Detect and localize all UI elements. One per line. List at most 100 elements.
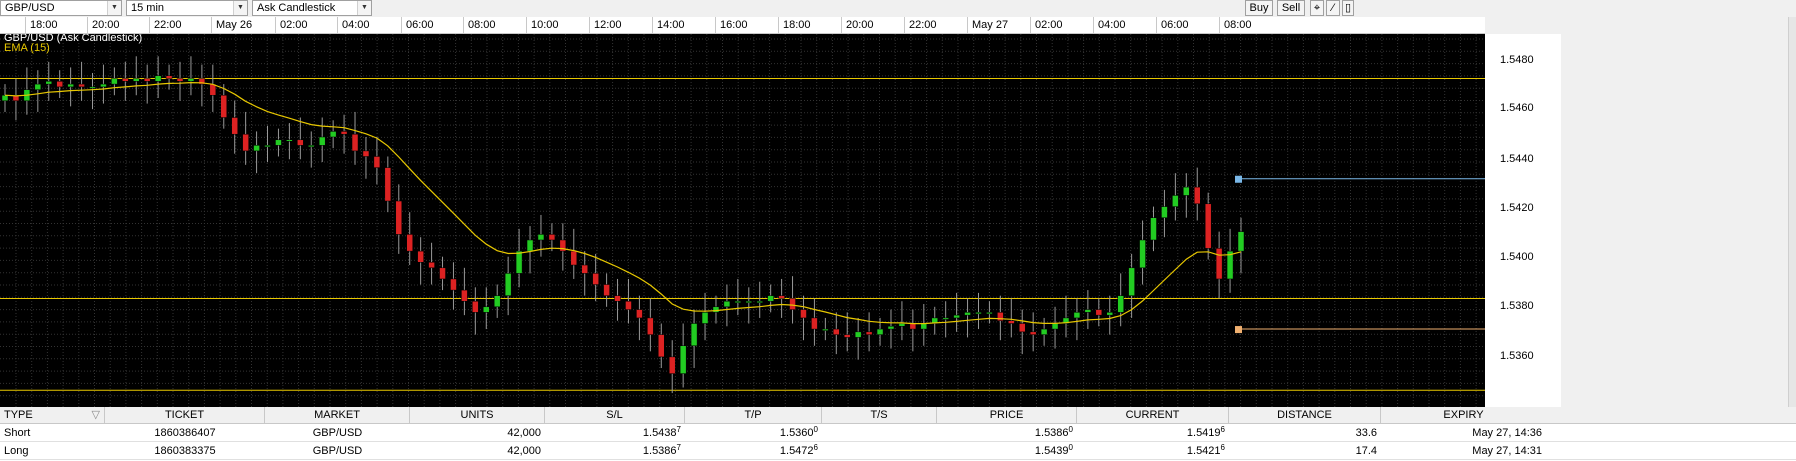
- instrument-value: GBP/USD: [5, 2, 55, 14]
- col-ticket[interactable]: TICKET: [105, 407, 265, 424]
- candle-body: [297, 139, 304, 146]
- cell-ts: [822, 425, 937, 442]
- candle-body: [504, 273, 512, 296]
- cell-market: GBP/USD: [312, 427, 363, 439]
- time-tick: 22:00: [904, 17, 937, 33]
- candle-body: [548, 234, 556, 241]
- col-distance[interactable]: DISTANCE: [1229, 407, 1381, 424]
- sort-icon[interactable]: ▽: [92, 407, 100, 424]
- time-tick: 22:00: [149, 17, 182, 33]
- time-tick: 06:00: [401, 17, 434, 33]
- time-tick: 20:00: [841, 17, 874, 33]
- toolbar: GBP/USD ▼ 15 min ▼ Ask Candlestick ▼ Buy…: [0, 0, 1796, 16]
- vertical-scrollbar[interactable]: [1788, 17, 1796, 407]
- candle-body: [122, 78, 129, 82]
- table-row[interactable]: Short 1860386407 GBP/USD 42,000 1.54387 …: [0, 425, 1796, 442]
- candle-body: [1183, 186, 1190, 196]
- table-row[interactable]: Long 1860383375 GBP/USD 42,000 1.53867 1…: [0, 443, 1796, 460]
- candle-body: [668, 356, 676, 374]
- candle-body: [537, 234, 545, 241]
- time-tick: 04:00: [337, 17, 370, 33]
- price-tick: 1.5400: [1500, 251, 1534, 263]
- col-sl[interactable]: S/L: [545, 407, 685, 424]
- candle-body: [581, 264, 588, 274]
- candle-body: [472, 300, 479, 313]
- candle-body: [176, 78, 184, 82]
- instrument-select[interactable]: GBP/USD ▼: [0, 0, 122, 16]
- crosshair-icon[interactable]: ⌖: [1310, 0, 1324, 16]
- candle-body: [843, 334, 851, 338]
- candle-body: [362, 150, 370, 157]
- time-tick: 08:00: [1219, 17, 1252, 33]
- candle-body: [679, 345, 687, 374]
- col-expiry[interactable]: EXPIRY: [1381, 407, 1546, 424]
- candle-body: [165, 75, 173, 79]
- candle-body: [964, 312, 971, 316]
- candle-body: [822, 328, 829, 331]
- cell-tp: 1.53600: [685, 425, 822, 442]
- candle-body: [67, 83, 74, 88]
- cell-units: 42,000: [507, 427, 541, 439]
- candle-body: [1073, 312, 1081, 319]
- tp-value: 1.5360: [779, 427, 814, 439]
- price-chart[interactable]: GBP/USD (Ask Candlestick) EMA (15): [0, 34, 1485, 407]
- candle-body: [745, 300, 753, 303]
- price-pipette: 0: [1068, 443, 1073, 452]
- candle-body: [1040, 328, 1048, 335]
- col-tp[interactable]: T/P: [685, 407, 822, 424]
- cell-current: 1.54216: [1077, 443, 1229, 460]
- candle-body: [89, 86, 96, 89]
- candle-body: [417, 250, 424, 263]
- time-tick: 16:00: [715, 17, 748, 33]
- sl-marker: [1235, 326, 1242, 334]
- cell-sl: 1.53867: [545, 443, 685, 460]
- candle-body: [920, 323, 928, 330]
- candle-body: [318, 136, 326, 146]
- cell-expiry: May 27, 14:31: [1472, 445, 1542, 457]
- candle-body: [34, 83, 42, 90]
- candle-body: [329, 131, 337, 138]
- buy-button[interactable]: Buy: [1245, 0, 1273, 16]
- candle-body: [515, 250, 523, 274]
- col-current[interactable]: CURRENT: [1077, 407, 1229, 424]
- candle-body: [811, 317, 818, 330]
- col-price[interactable]: PRICE: [937, 407, 1077, 424]
- chevron-down-icon[interactable]: ▼: [107, 1, 121, 15]
- candle-body: [220, 94, 228, 118]
- cell-type: Short: [4, 427, 31, 439]
- chart-style-select[interactable]: Ask Candlestick ▼: [252, 0, 372, 16]
- candle-body: [461, 289, 468, 302]
- candle-body: [1150, 217, 1157, 241]
- candle-body: [439, 267, 446, 280]
- price-tick: 1.5460: [1500, 102, 1534, 114]
- current-value: 1.5419: [1186, 427, 1221, 439]
- chevron-down-icon[interactable]: ▼: [233, 1, 247, 15]
- candle-body: [209, 83, 217, 96]
- candle-body: [986, 312, 993, 315]
- draw-line-icon[interactable]: ⁄: [1326, 0, 1340, 16]
- candle-body: [56, 81, 63, 88]
- col-type[interactable]: TYPE ▽: [0, 407, 105, 424]
- col-units[interactable]: UNITS: [410, 407, 545, 424]
- col-market[interactable]: MARKET: [265, 407, 410, 424]
- cell-ts: [822, 443, 937, 460]
- sell-button[interactable]: Sell: [1277, 0, 1305, 16]
- current-value: 1.5421: [1186, 445, 1221, 457]
- more-tools-icon[interactable]: ▯: [1342, 0, 1354, 16]
- col-type-label: TYPE: [4, 409, 33, 421]
- price-tick: 1.5420: [1500, 202, 1534, 214]
- col-ts[interactable]: T/S: [822, 407, 937, 424]
- candle-body: [308, 145, 315, 148]
- sl-pipette: 7: [676, 425, 681, 434]
- candle-body: [1172, 195, 1179, 207]
- interval-select[interactable]: 15 min ▼: [126, 0, 248, 16]
- time-tick: 02:00: [275, 17, 308, 33]
- time-tick: 04:00: [1093, 17, 1126, 33]
- chevron-down-icon[interactable]: ▼: [357, 1, 371, 15]
- time-tick: 02:00: [1030, 17, 1063, 33]
- candle-body: [898, 323, 906, 327]
- sl-pipette: 7: [676, 443, 681, 452]
- candle-body: [1, 94, 9, 102]
- candle-body: [493, 295, 501, 308]
- candle-body: [997, 312, 1004, 321]
